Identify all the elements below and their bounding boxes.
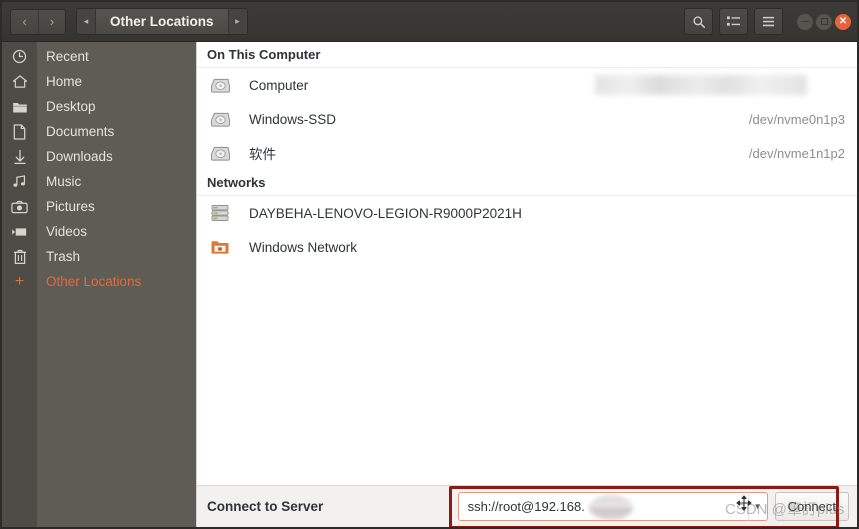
download-icon bbox=[2, 149, 37, 165]
redacted-detail bbox=[595, 75, 807, 95]
row-detail: /dev/nvme1n1p2 bbox=[748, 145, 845, 161]
sidebar-item-label: Home bbox=[46, 74, 83, 89]
close-icon: ✕ bbox=[838, 15, 848, 27]
back-button[interactable]: ‹ bbox=[11, 9, 38, 34]
server-address-input[interactable]: ssh://root@192.168. bbox=[457, 492, 748, 521]
sidebar: Recent Home Desktop Documents Downloads … bbox=[2, 42, 196, 527]
sidebar-item-label: Other Locations bbox=[46, 274, 142, 289]
minimize-button[interactable] bbox=[797, 13, 813, 30]
file-manager-window: ‹ › ◂ Other Locations ▸ ✕ Recent Home De… bbox=[0, 0, 859, 529]
table-row[interactable]: Windows Network bbox=[197, 230, 857, 264]
connect-to-server-label: Connect to Server bbox=[207, 499, 324, 514]
breadcrumb-scroll-left-icon[interactable]: ◂ bbox=[77, 9, 95, 34]
maximize-button[interactable] bbox=[816, 13, 832, 30]
trash-icon bbox=[2, 249, 37, 265]
content-pane: On This Computer Computer Windows-SSD /d… bbox=[196, 42, 857, 527]
search-button[interactable] bbox=[684, 8, 713, 35]
sidebar-item-label: Videos bbox=[46, 224, 88, 239]
chevron-right-icon: › bbox=[49, 14, 55, 29]
hard-drive-icon bbox=[207, 111, 233, 128]
network-folder-icon bbox=[207, 238, 233, 256]
hard-drive-icon bbox=[207, 77, 233, 94]
sidebar-item-label: Desktop bbox=[46, 99, 96, 114]
server-address-value: ssh://root@192.168. bbox=[467, 499, 585, 514]
home-icon bbox=[2, 74, 37, 89]
document-icon bbox=[2, 123, 37, 140]
window-body: Recent Home Desktop Documents Downloads … bbox=[2, 42, 857, 527]
view-options-button[interactable] bbox=[719, 8, 748, 35]
row-detail: /dev/nvme0n1p3 bbox=[748, 111, 845, 127]
breadcrumb: ◂ Other Locations ▸ bbox=[76, 8, 248, 35]
chevron-left-icon: ‹ bbox=[22, 14, 27, 29]
table-row[interactable]: Windows-SSD /dev/nvme0n1p3 bbox=[197, 102, 857, 136]
window-controls: ✕ bbox=[797, 13, 851, 30]
sidebar-item-music[interactable]: Music bbox=[2, 169, 196, 194]
row-label: Computer bbox=[249, 77, 309, 93]
connect-button[interactable]: Connect bbox=[774, 492, 849, 521]
sidebar-item-pictures[interactable]: Pictures bbox=[2, 194, 196, 219]
sidebar-item-downloads[interactable]: Downloads bbox=[2, 144, 196, 169]
minimize-icon bbox=[801, 20, 809, 23]
connect-to-server-bar: Connect to Server ssh://root@192.168. ▼ … bbox=[197, 485, 857, 527]
locations-list[interactable]: On This Computer Computer Windows-SSD /d… bbox=[197, 42, 857, 485]
connect-button-label: Connect bbox=[787, 499, 836, 514]
table-row[interactable]: Computer bbox=[197, 68, 857, 102]
sidebar-item-label: Pictures bbox=[46, 199, 95, 214]
close-button[interactable]: ✕ bbox=[835, 13, 851, 30]
sidebar-item-documents[interactable]: Documents bbox=[2, 119, 196, 144]
server-address-dropdown-button[interactable]: ▼ bbox=[747, 492, 768, 521]
table-row[interactable]: 软件 /dev/nvme1n1p2 bbox=[197, 136, 857, 170]
main-menu-button[interactable] bbox=[754, 8, 783, 35]
sidebar-item-videos[interactable]: Videos bbox=[2, 219, 196, 244]
chevron-down-icon: ▼ bbox=[753, 502, 762, 511]
video-icon bbox=[2, 226, 37, 238]
breadcrumb-item-other-locations[interactable]: Other Locations bbox=[95, 9, 229, 34]
clock-icon bbox=[2, 49, 37, 64]
section-header-on-this-computer: On This Computer bbox=[197, 42, 857, 68]
header-bar: ‹ › ◂ Other Locations ▸ ✕ bbox=[2, 2, 857, 42]
sidebar-item-label: Music bbox=[46, 174, 82, 189]
view-list-icon bbox=[727, 16, 740, 26]
sidebar-item-label: Trash bbox=[46, 249, 81, 264]
breadcrumb-scroll-right-icon[interactable]: ▸ bbox=[228, 9, 247, 34]
hard-drive-icon bbox=[207, 145, 233, 162]
server-rack-icon bbox=[207, 204, 233, 222]
maximize-icon bbox=[820, 18, 828, 25]
section-header-networks: Networks bbox=[197, 170, 857, 196]
row-label: 软件 bbox=[249, 147, 276, 162]
redacted-address-part bbox=[588, 495, 633, 520]
server-address-entry-group: ssh://root@192.168. ▼ bbox=[457, 492, 768, 521]
row-label: Windows-SSD bbox=[249, 111, 337, 127]
table-row[interactable]: DAYBEHA-LENOVO-LEGION-R9000P2021H bbox=[197, 196, 857, 230]
row-label: Windows Network bbox=[249, 239, 358, 255]
music-icon bbox=[2, 174, 37, 189]
sidebar-item-desktop[interactable]: Desktop bbox=[2, 94, 196, 119]
sidebar-item-label: Recent bbox=[46, 49, 89, 64]
navigation-buttons: ‹ › bbox=[10, 8, 66, 35]
folder-icon bbox=[2, 100, 37, 114]
hamburger-menu-icon bbox=[762, 16, 775, 27]
sidebar-item-home[interactable]: Home bbox=[2, 69, 196, 94]
camera-icon bbox=[2, 200, 37, 214]
sidebar-item-other-locations[interactable]: + Other Locations bbox=[2, 269, 196, 294]
sidebar-item-label: Downloads bbox=[46, 149, 113, 164]
row-label: DAYBEHA-LENOVO-LEGION-R9000P2021H bbox=[249, 205, 522, 221]
plus-icon: + bbox=[14, 272, 25, 290]
sidebar-item-label: Documents bbox=[46, 124, 115, 139]
sidebar-item-recent[interactable]: Recent bbox=[2, 44, 196, 69]
search-icon bbox=[692, 15, 705, 28]
sidebar-item-trash[interactable]: Trash bbox=[2, 244, 196, 269]
forward-button[interactable]: › bbox=[38, 9, 65, 34]
